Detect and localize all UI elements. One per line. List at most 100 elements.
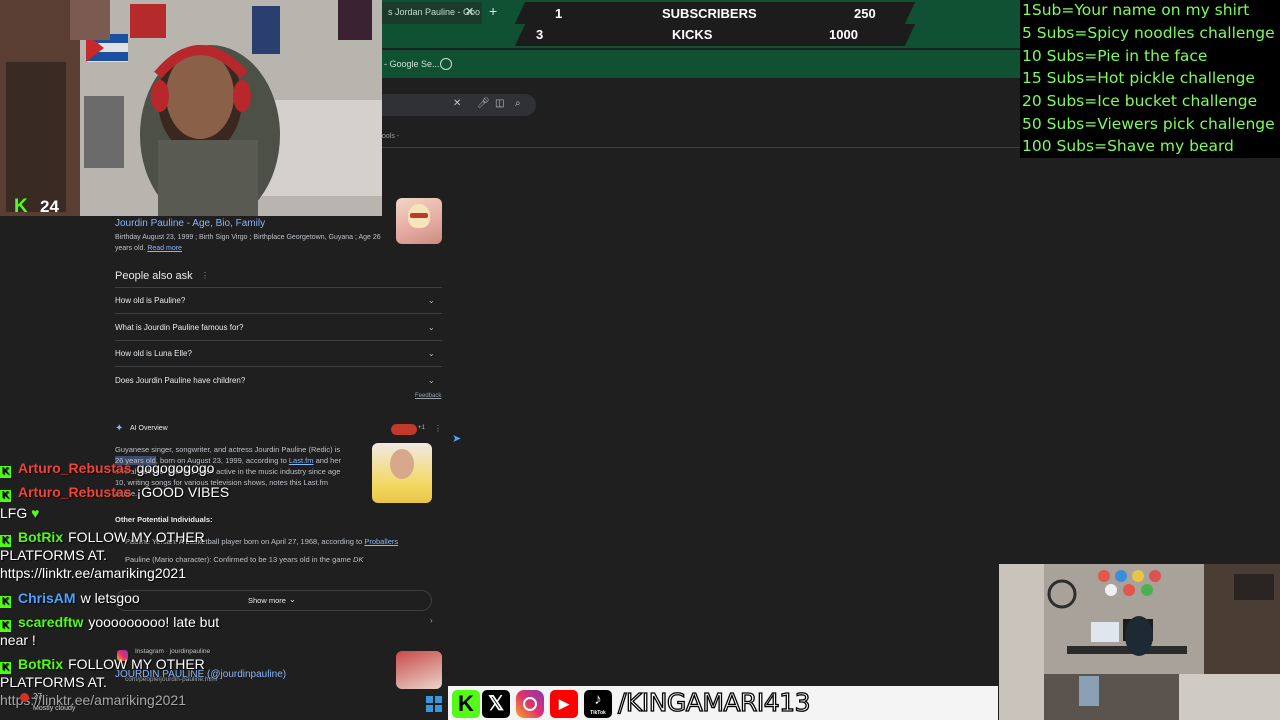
chat-message: K Arturo_Rebustas ¡GOOD VIBES [0,484,229,502]
chat-message: LFG ♥ [0,505,39,521]
kick-badge-icon: K [0,466,11,478]
chat-message: Kscaredftw yooooooooo! late but [0,614,219,632]
other-line2-em: DK [353,555,364,564]
mouse-cursor-icon: ➤ [452,433,462,445]
ai-more-icon[interactable]: ⋮ [434,424,442,433]
kick-logo-icon: K [14,196,28,217]
goal-item: 1Sub=Your name on my shirt [1022,1,1250,19]
other-individuals-heading: Other Potential Individuals: [115,515,213,524]
kick-badge-icon: K [0,490,11,502]
room-camera [999,564,1280,720]
windows-start-icon[interactable] [426,696,442,712]
x-icon[interactable]: 𝕏 [482,690,510,718]
thumbnail-face-shape [390,449,414,479]
chat-message: K ChrisAM w letsgoo [0,590,140,608]
instagram-thumbnail[interactable] [396,651,442,689]
result-snippet-line2: years old. [115,245,146,252]
kick-badge-icon: K [0,535,11,547]
tiktok-icon[interactable]: ♪ TikTok [584,690,612,718]
kick-badge-icon: K [0,662,11,674]
thumbnail-glasses-shape [410,213,428,218]
show-more-label: Show more [248,596,286,605]
paa-question[interactable]: Does Jourdin Pauline have children? [115,376,245,385]
paa-divider [115,313,442,314]
ai-overview-thumbnail[interactable] [372,443,432,503]
search-input[interactable]: ✕ 🎤︎ ◫ ⌕ [382,94,536,116]
paa-more-icon[interactable]: ⋮ [201,271,209,280]
ai-sparkle-icon: ✦ [115,423,124,434]
chat-text: LFG [0,505,28,521]
chevron-down-icon[interactable]: ⌄ [428,323,435,332]
chat-username[interactable]: Arturo_Rebustas [18,460,132,476]
weather-icon[interactable] [20,693,29,702]
paa-question[interactable]: How old is Pauline? [115,296,185,305]
kicks-label: KICKS [672,27,713,42]
chevron-right-icon[interactable]: › [430,616,433,625]
chat-username[interactable]: Arturo_Rebustas [18,484,132,500]
globe-icon[interactable] [440,58,452,70]
chat-username[interactable]: ChrisAM [18,590,76,606]
kick-viewer-count: 24 [40,197,59,216]
result-title-link[interactable]: Jourdin Pauline - Age, Bio, Family [115,218,265,229]
webcam-scene [0,0,382,216]
result-snippet-line1: Birthday August 23, 1999 ; Birth Sign Vi… [115,234,381,241]
goal-item: 20 Subs=Ice bucket challenge [1022,92,1258,110]
chat-text: FOLLOW MY OTHER [68,529,205,545]
kicks-goal: 1000 [829,27,858,42]
chevron-down-icon[interactable]: ⌄ [428,376,435,385]
ai-overview-heading: AI Overview [130,425,168,432]
tab-close-icon[interactable]: ✕ [465,5,474,18]
clear-search-icon[interactable]: ✕ [453,98,461,109]
kick-badge-icon: K [0,620,11,632]
chat-message: K BotRix FOLLOW MY OTHER [0,529,205,547]
paa-divider [115,340,442,341]
streamer-webcam [0,0,382,216]
proballers-link[interactable]: Proballers [364,537,398,546]
chat-text: ¡GOOD VIBES [136,484,230,500]
kicks-current: 3 [536,27,544,42]
source-favicons[interactable] [391,424,417,435]
kick-icon[interactable]: K [452,690,480,718]
chevron-down-icon[interactable]: ⌄ [428,296,435,305]
ai-text-line1: Guyanese singer, songwriter, and actress… [115,445,341,454]
tiktok-label: TikTok [590,710,606,716]
chat-message-cont: PLATFORMS AT. [0,547,107,563]
microphone-icon[interactable]: 🎤︎ [477,98,490,109]
result-thumbnail[interactable] [396,198,442,244]
other-line2: Pauline (Mario character): Confirmed to … [125,555,351,564]
chat-text: yooooooooo! late but [88,614,220,630]
room-camera-scene [999,564,1280,720]
chat-message-cont: PLATFORMS AT. [0,674,107,690]
chat-username[interactable]: scaredftw [18,614,83,630]
chat-username[interactable]: BotRix [18,529,63,545]
chat-message: K Arturo_Rebustas gogogogogo [0,460,214,478]
sub-goals-panel: 1Sub=Your name on my shirt 5 Subs=Spicy … [1020,0,1280,158]
youtube-icon[interactable]: ▶ [550,690,578,718]
paa-divider [115,366,442,367]
ai-text-line2-end: and her [315,456,342,465]
social-handle: /KINGAMARI413 [617,687,811,717]
bookmark-item[interactable]: - Google Se... [384,59,440,69]
goal-item: 10 Subs=Pie in the face [1022,47,1208,65]
instagram-lens-shape [523,697,537,711]
weather-label: Mostly cloudy [33,705,76,712]
paa-question[interactable]: What is Jourdin Pauline famous for? [115,323,244,332]
chevron-down-icon[interactable]: ⌄ [428,349,435,358]
subscribers-goal: 250 [854,6,876,21]
green-heart-icon: ♥ [31,505,40,521]
source-count: +1 [418,425,425,431]
new-tab-button[interactable]: + [489,3,497,19]
sub-counter-overlay: 1 SUBSCRIBERS 250 3 KICKS 1000 [514,0,916,46]
lastfm-link[interactable]: Last.fm [289,456,314,465]
feedback-link[interactable]: Feedback [415,393,441,399]
tools-menu[interactable]: ools - [382,133,399,140]
read-more-link[interactable]: Read more [147,245,182,252]
chat-username[interactable]: BotRix [18,656,63,672]
chevron-down-icon: ⌄ [289,595,296,604]
search-icon[interactable]: ⌕ [515,98,521,109]
other-individual-2: Pauline (Mario character): Confirmed to … [125,554,425,565]
lens-icon[interactable]: ◫ [495,98,504,109]
chat-message-cont: near ! [0,632,36,648]
paa-question[interactable]: How old is Luna Elle? [115,349,192,358]
instagram-icon[interactable] [516,690,544,718]
